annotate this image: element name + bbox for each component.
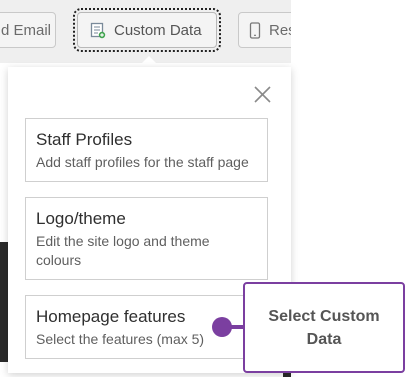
send-email-button[interactable]: d Email [0, 12, 56, 48]
popover-arrow [138, 56, 160, 67]
mobile-phone-icon [249, 21, 261, 39]
callout-tooltip: Select Custom Data [243, 282, 405, 373]
close-icon[interactable] [254, 86, 271, 103]
callout-pointer-dot [212, 317, 232, 337]
card-description: Edit the site logo and theme colours [36, 233, 210, 268]
toolbar: d Email Custom Data Res [0, 0, 308, 63]
custom-data-label: Custom Data [114, 21, 202, 39]
card-description: Add staff profiles for the staff page [36, 154, 249, 170]
custom-data-icon [90, 22, 106, 39]
card-logo-theme[interactable]: Logo/theme Edit the site logo and theme … [25, 197, 268, 280]
card-title: Logo/theme [36, 209, 126, 228]
custom-data-button[interactable]: Custom Data [73, 8, 221, 52]
card-title: Staff Profiles [36, 130, 133, 149]
callout-text: Select Custom Data [268, 307, 380, 348]
background-dark-area [0, 242, 8, 362]
send-email-label: d Email [1, 21, 52, 39]
card-staff-profiles[interactable]: Staff Profiles Add staff profiles for th… [25, 118, 268, 182]
